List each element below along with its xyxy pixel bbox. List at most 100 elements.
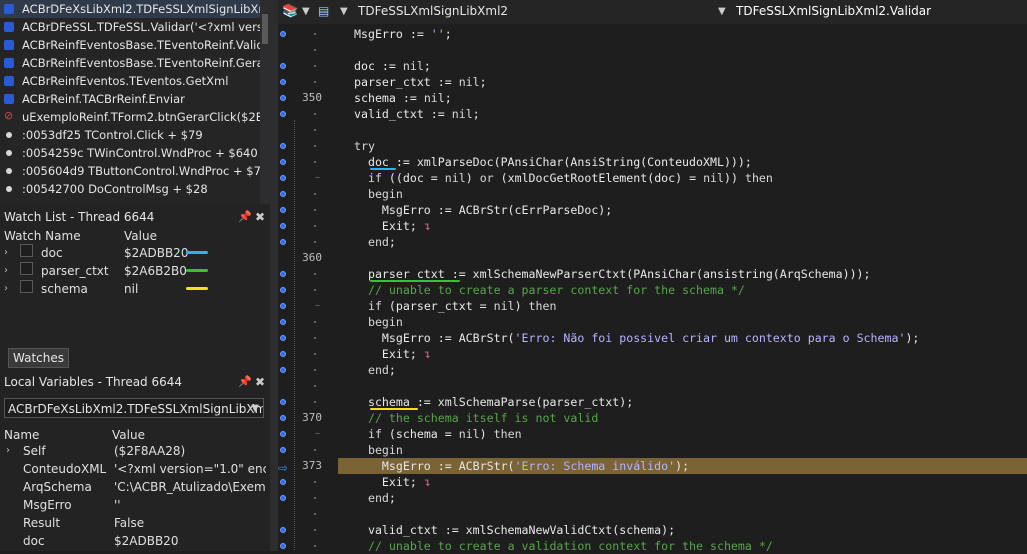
breakpoint-dot-icon[interactable]: [280, 287, 286, 293]
library-icon[interactable]: 📚: [282, 4, 298, 19]
breakpoint-dot-icon[interactable]: [280, 495, 286, 501]
gutter-line[interactable]: [278, 74, 338, 90]
watch-row[interactable]: › parser_ctxt $2A6B2B0: [0, 262, 270, 280]
breakpoint-dot-icon[interactable]: [280, 319, 286, 325]
code-line[interactable]: [338, 378, 1027, 394]
breakpoint-dot-icon[interactable]: [280, 191, 286, 197]
breakpoint-dot-icon[interactable]: [280, 95, 286, 101]
gutter-line[interactable]: [278, 202, 338, 218]
gutter-line[interactable]: [278, 362, 338, 378]
local-variable-row[interactable]: doc $2ADBB20: [0, 532, 270, 550]
gutter-line[interactable]: [278, 154, 338, 170]
gutter-line[interactable]: ⇨ 373: [278, 458, 338, 475]
code-line[interactable]: parser_ctxt := nil;: [338, 74, 1027, 90]
gutter-line[interactable]: [278, 490, 338, 506]
panel-splitter[interactable]: [270, 0, 278, 551]
breakpoint-dot-icon[interactable]: [280, 543, 286, 549]
code-line[interactable]: valid_ctxt := xmlSchemaNewValidCtxt(sche…: [338, 522, 1027, 538]
chevron-right-icon[interactable]: ›: [6, 442, 10, 460]
gutter-line[interactable]: [278, 106, 338, 122]
gutter-line[interactable]: [278, 266, 338, 282]
editor-gutter[interactable]: 350 – 360 – 370 – ⇨ 373: [278, 24, 338, 551]
breakpoint-dot-icon[interactable]: [280, 303, 286, 309]
code-line[interactable]: try: [338, 138, 1027, 154]
watch-name-header[interactable]: Watch Name: [4, 228, 81, 244]
locals-name-header[interactable]: Name: [4, 427, 39, 443]
local-variable-row[interactable]: ArqSchema 'C:\ACBR_Atulizado\Exem...: [0, 478, 270, 496]
code-line[interactable]: if (schema = nil) then: [338, 426, 1027, 442]
code-line[interactable]: [338, 506, 1027, 522]
gutter-line[interactable]: [278, 186, 338, 202]
code-line[interactable]: // the schema itself is not valid: [338, 410, 1027, 426]
call-stack-item[interactable]: ACBrDFeXsLibXml2.TDFeSSLXmlSignLibXm: [0, 0, 270, 18]
code-editor[interactable]: MsgErro := ''; doc := nil; parser_ctxt := …: [338, 24, 1027, 551]
breakpoint-dot-icon[interactable]: [280, 431, 286, 437]
pin-icon[interactable]: 📌: [238, 207, 252, 227]
code-line[interactable]: MsgErro := ACBrStr('Erro: Não foi possiv…: [338, 330, 1027, 346]
call-stack-item[interactable]: ⊘ uExemploReinf.TForm2.btnGerarClick($2E7: [0, 108, 270, 126]
local-variable-row[interactable]: Result False: [0, 514, 270, 532]
gutter-line[interactable]: [278, 442, 338, 458]
code-line[interactable]: doc := xmlParseDoc(PAnsiChar(AnsiString(…: [338, 154, 1027, 170]
code-line[interactable]: MsgErro := ACBrStr(cErrParseDoc);: [338, 202, 1027, 218]
code-line[interactable]: Exit; ↴: [338, 218, 1027, 234]
watch-value-header[interactable]: Value: [124, 228, 157, 244]
chevron-down-icon[interactable]: ▼: [302, 6, 310, 17]
gutter-line[interactable]: [278, 42, 338, 58]
breakpoint-dot-icon[interactable]: [280, 351, 286, 357]
tab-watches[interactable]: Watches: [8, 348, 69, 368]
call-stack-item[interactable]: ACBrReinf.TACBrReinf.Enviar: [0, 90, 270, 108]
breakpoint-dot-icon[interactable]: [280, 207, 286, 213]
call-stack-scrollbar[interactable]: [260, 0, 270, 204]
gutter-line[interactable]: [278, 378, 338, 394]
gutter-line[interactable]: [278, 522, 338, 538]
pin-icon[interactable]: 📌: [238, 372, 252, 392]
unit-icon[interactable]: ▤: [318, 4, 329, 18]
breakpoint-dot-icon[interactable]: [280, 79, 286, 85]
breakpoint-dot-icon[interactable]: [280, 175, 286, 181]
watch-enable-checkbox[interactable]: [20, 262, 33, 275]
code-line[interactable]: end;: [338, 234, 1027, 250]
code-line[interactable]: valid_ctxt := nil;: [338, 106, 1027, 122]
breakpoint-dot-icon[interactable]: [280, 223, 286, 229]
close-icon[interactable]: ✖: [255, 207, 265, 227]
call-stack-item[interactable]: ACBrReinfEventos.TEventos.GetXml: [0, 72, 270, 90]
gutter-line[interactable]: [278, 138, 338, 154]
chevron-down-icon[interactable]: ▼: [251, 399, 259, 417]
scrollbar-thumb[interactable]: [262, 14, 268, 44]
gutter-line[interactable]: [278, 58, 338, 74]
close-icon[interactable]: ✖: [255, 372, 265, 392]
call-stack-item[interactable]: :0054259c TWinControl.WndProc + $640: [0, 144, 270, 162]
gutter-line[interactable]: [278, 282, 338, 298]
gutter-line[interactable]: 350: [278, 90, 338, 106]
call-stack-item[interactable]: :00542700 DoControlMsg + $28: [0, 180, 270, 198]
code-line[interactable]: if ((doc = nil) or (xmlDocGetRootElement…: [338, 170, 1027, 186]
code-line[interactable]: if (parser_ctxt = nil) then: [338, 298, 1027, 314]
local-variable-row[interactable]: ConteudoXML '<?xml version="1.0" enco...: [0, 460, 270, 478]
locals-value-header[interactable]: Value: [112, 427, 145, 443]
breakpoint-dot-icon[interactable]: [280, 31, 286, 37]
breakpoint-dot-icon[interactable]: [280, 447, 286, 453]
gutter-line[interactable]: [278, 346, 338, 362]
breakpoint-dot-icon[interactable]: [280, 63, 286, 69]
local-variable-row[interactable]: MsgErro '': [0, 496, 270, 514]
chevron-down-icon[interactable]: ▼: [340, 6, 348, 17]
call-stack-item[interactable]: ACBrDFeSSL.TDFeSSL.Validar('<?xml versio…: [0, 18, 270, 36]
gutter-line[interactable]: [278, 26, 338, 42]
watch-row[interactable]: › doc $2ADBB20: [0, 244, 270, 262]
gutter-line[interactable]: [278, 314, 338, 330]
code-line[interactable]: Exit; ↴: [338, 474, 1027, 490]
breakpoint-dot-icon[interactable]: [280, 399, 286, 405]
gutter-line[interactable]: [278, 330, 338, 346]
method-selector[interactable]: TDFeSSLXmlSignLibXml2.Validar: [736, 4, 931, 18]
call-stack-item[interactable]: ACBrReinfEventosBase.TEventoReinf.Gerar: [0, 54, 270, 72]
code-line[interactable]: // unable to create a validation context…: [338, 538, 1027, 551]
gutter-line[interactable]: 360: [278, 250, 338, 266]
code-line[interactable]: begin: [338, 442, 1027, 458]
chevron-down-icon[interactable]: ▼: [718, 6, 726, 17]
code-line[interactable]: MsgErro := '';: [338, 26, 1027, 42]
code-line[interactable]: [338, 250, 1027, 266]
code-line[interactable]: begin: [338, 186, 1027, 202]
gutter-line[interactable]: [278, 538, 338, 554]
gutter-line[interactable]: –: [278, 426, 338, 442]
